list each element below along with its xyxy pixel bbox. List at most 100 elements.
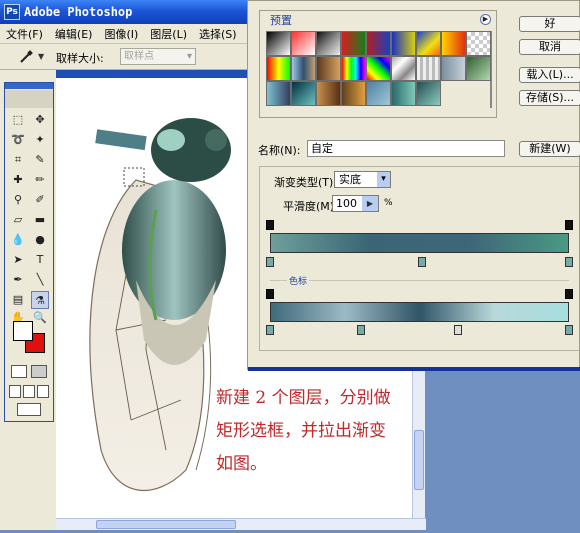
opacity-stop-right[interactable] xyxy=(565,220,573,230)
preset-swatch[interactable] xyxy=(416,56,441,81)
preset-swatch[interactable] xyxy=(366,31,391,56)
ok-button[interactable]: 好 xyxy=(519,16,580,32)
menu-image[interactable]: 图像(I) xyxy=(98,26,144,42)
menu-bar: 文件(F) 编辑(E) 图像(I) 图层(L) 选择(S) 滤镜 xyxy=(0,24,271,44)
vertical-scrollbar[interactable] xyxy=(412,370,425,530)
name-input[interactable]: 自定 xyxy=(307,140,505,157)
color-stop-1[interactable] xyxy=(266,257,274,267)
type-icon[interactable]: T xyxy=(31,251,49,269)
smoothness-label: 平滑度(M): xyxy=(283,200,338,213)
horizontal-scroll-thumb[interactable] xyxy=(96,520,236,529)
dodge-icon[interactable]: ● xyxy=(31,231,49,249)
annotation-line-3: 如图。 xyxy=(216,454,267,474)
annotation-line-1: 新建 2 个图层，分别做 xyxy=(216,388,391,408)
preset-swatch[interactable] xyxy=(291,31,316,56)
standard-mode-button[interactable] xyxy=(11,365,27,378)
preset-swatch[interactable] xyxy=(316,31,341,56)
healing-brush-icon[interactable]: ✚ xyxy=(9,171,27,189)
menu-file[interactable]: 文件(F) xyxy=(0,26,49,42)
slice-icon[interactable]: ✎ xyxy=(31,151,49,169)
gradient-type-select[interactable]: 实底 xyxy=(334,171,391,188)
cancel-button[interactable]: 取消 xyxy=(519,39,580,55)
menu-select[interactable]: 选择(S) xyxy=(193,26,243,42)
preset-swatch[interactable] xyxy=(266,56,291,81)
preset-swatch[interactable] xyxy=(466,56,491,81)
quick-mask-button[interactable] xyxy=(31,365,47,378)
load-button[interactable]: 载入(L)... xyxy=(519,67,580,83)
color-stop-2[interactable] xyxy=(418,257,426,267)
preset-swatch[interactable] xyxy=(366,81,391,106)
screen-mode-1-button[interactable] xyxy=(9,385,21,398)
menu-layer[interactable]: 图层(L) xyxy=(144,26,193,42)
gradient-icon[interactable]: ▬ xyxy=(31,211,49,229)
preset-swatch[interactable] xyxy=(391,81,416,106)
preset-swatch[interactable] xyxy=(266,81,291,106)
preset-swatch[interactable] xyxy=(366,56,391,81)
clone-stamp-icon[interactable]: ⚲ xyxy=(9,191,27,209)
eyedropper-tool-icon[interactable]: ⚗ xyxy=(31,291,49,309)
lasso-icon[interactable]: ➰ xyxy=(9,131,27,149)
screen-mode-2-button[interactable] xyxy=(23,385,35,398)
vertical-scroll-thumb[interactable] xyxy=(414,430,424,490)
pen-icon[interactable]: ✒ xyxy=(9,271,27,289)
blur-icon[interactable]: 💧 xyxy=(9,231,27,249)
feather-logo-icon[interactable] xyxy=(5,90,53,108)
preset-swatch[interactable] xyxy=(341,81,366,106)
color-stop-6[interactable] xyxy=(454,325,462,335)
gradient-bar-2[interactable] xyxy=(270,302,569,322)
opacity-stop-right-2[interactable] xyxy=(565,289,573,299)
preset-swatch[interactable] xyxy=(441,56,466,81)
zoom-icon[interactable]: 🔍 xyxy=(31,309,49,327)
path-selection-icon[interactable]: ➤ xyxy=(9,251,27,269)
brush-icon[interactable]: ✏ xyxy=(31,171,49,189)
preset-swatch[interactable] xyxy=(416,31,441,56)
sample-size-select[interactable]: 取样点 xyxy=(120,48,196,65)
preset-swatch[interactable] xyxy=(441,31,466,56)
color-stop-3[interactable] xyxy=(565,257,573,267)
preset-swatch[interactable] xyxy=(266,31,291,56)
history-brush-icon[interactable]: ✐ xyxy=(31,191,49,209)
line-icon[interactable]: ╲ xyxy=(31,271,49,289)
divider-line xyxy=(270,280,569,281)
preset-swatch[interactable] xyxy=(391,56,416,81)
photoshop-logo-icon: Ps xyxy=(4,4,20,20)
color-stop-7[interactable] xyxy=(565,325,573,335)
crop-icon[interactable]: ⌗ xyxy=(9,151,27,169)
imageready-button[interactable] xyxy=(17,403,41,416)
magic-wand-icon[interactable]: ✦ xyxy=(31,131,49,149)
notes-icon[interactable]: ▤ xyxy=(9,291,27,309)
gradient-editor-dialog: 预置 ▶ 好 取消 载入(L)... 存储(S)... 新建(W) 名称(N):… xyxy=(247,0,580,371)
tool-preset-arrow-icon[interactable]: ▼ xyxy=(38,52,44,61)
opacity-stop-left-2[interactable] xyxy=(266,289,274,299)
name-label: 名称(N): xyxy=(258,144,301,157)
opacity-stop-left[interactable] xyxy=(266,220,274,230)
color-stop-5[interactable] xyxy=(357,325,365,335)
preset-swatch[interactable] xyxy=(391,31,416,56)
save-button[interactable]: 存储(S)... xyxy=(519,90,580,106)
horizontal-scrollbar[interactable] xyxy=(56,518,426,530)
document-title-strip xyxy=(56,70,260,78)
annotation-text: 新建 2 个图层，分别做 矩形选框，并拉出渐变 如图。 xyxy=(216,382,412,481)
preset-swatch[interactable] xyxy=(341,56,366,81)
new-button[interactable]: 新建(W) xyxy=(519,141,580,157)
foreground-color-swatch[interactable] xyxy=(13,321,33,341)
eyedropper-icon[interactable] xyxy=(18,50,34,64)
screen-mode-3-button[interactable] xyxy=(37,385,49,398)
smoothness-arrow-icon[interactable]: ▶ xyxy=(362,196,378,211)
preset-swatch[interactable] xyxy=(316,81,341,106)
preset-swatch[interactable] xyxy=(416,81,441,106)
gradient-bar-1[interactable] xyxy=(270,233,569,253)
preset-swatch[interactable] xyxy=(291,81,316,106)
move-icon[interactable]: ✥ xyxy=(31,111,49,129)
preset-swatch[interactable] xyxy=(466,31,491,56)
annotation-line-2: 矩形选框，并拉出渐变 xyxy=(216,421,386,441)
preset-swatch[interactable] xyxy=(316,56,341,81)
preset-swatch[interactable] xyxy=(291,56,316,81)
toolbox-header xyxy=(5,83,53,89)
presets-menu-icon[interactable]: ▶ xyxy=(480,14,491,25)
color-stop-4[interactable] xyxy=(266,325,274,335)
eraser-icon[interactable]: ▱ xyxy=(9,211,27,229)
preset-swatch[interactable] xyxy=(341,31,366,56)
menu-edit[interactable]: 编辑(E) xyxy=(49,26,99,42)
marquee-icon[interactable]: ⬚ xyxy=(9,111,27,129)
